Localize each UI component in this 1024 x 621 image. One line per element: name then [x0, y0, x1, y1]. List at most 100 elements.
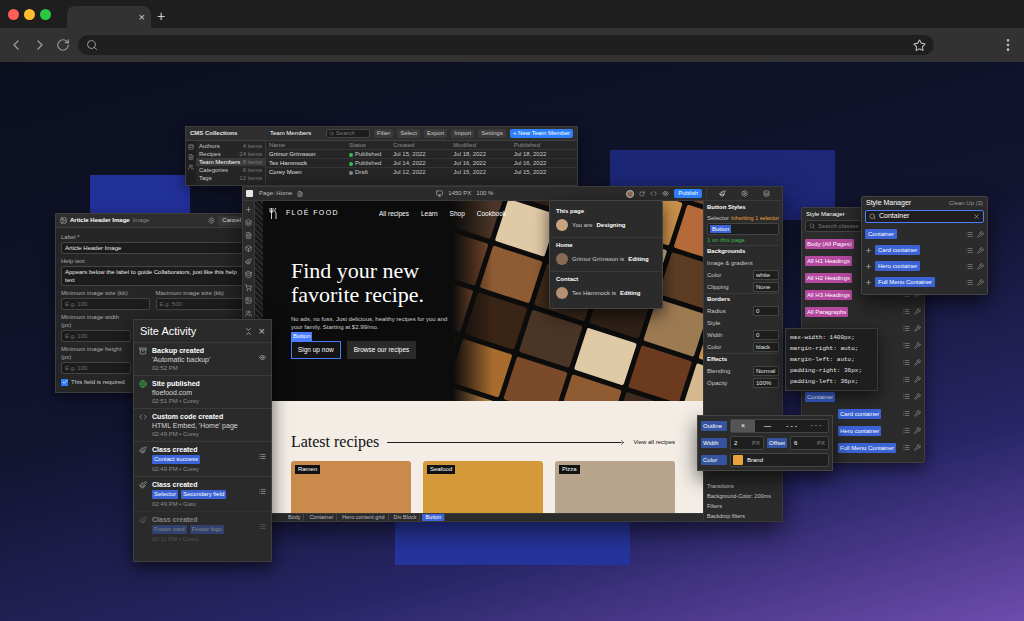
- nav-link[interactable]: Learn: [421, 209, 438, 219]
- list-icon[interactable]: [903, 393, 910, 400]
- page-icon[interactable]: [188, 154, 194, 160]
- browse-button[interactable]: Browse our recipes: [347, 341, 417, 359]
- class-chip[interactable]: Container: [865, 229, 897, 239]
- selector-chip[interactable]: Button: [710, 225, 731, 233]
- assets-icon[interactable]: [245, 297, 252, 304]
- class-tag[interactable]: Contact success: [152, 455, 200, 464]
- brand-logo-icon[interactable]: [269, 208, 278, 219]
- style-row[interactable]: Width0: [707, 329, 779, 341]
- menu-icon[interactable]: [1000, 37, 1016, 53]
- field-input[interactable]: Appears below the label to guide Collabo…: [61, 266, 244, 286]
- style-tab-icon[interactable]: [719, 190, 726, 197]
- class-chip[interactable]: Hero container: [875, 261, 920, 271]
- activity-item[interactable]: Class createdContact success02:49 PM • C…: [134, 441, 271, 476]
- brand-name[interactable]: FLOÉ FOOD: [286, 208, 339, 219]
- class-search[interactable]: Container: [865, 210, 984, 223]
- settings-tab-icon[interactable]: [741, 190, 748, 197]
- nav-link[interactable]: Shop: [450, 209, 465, 219]
- wrench-icon[interactable]: [914, 342, 921, 349]
- table-row[interactable]: Grímur GrímssonPublishedJul 15, 2022Jul …: [266, 149, 577, 158]
- class-chip[interactable]: Card container: [838, 409, 881, 419]
- app-logo-icon[interactable]: [246, 190, 253, 197]
- style-manager-icon[interactable]: [245, 258, 252, 265]
- list-icon[interactable]: [903, 359, 910, 366]
- expand-icon[interactable]: [865, 247, 872, 254]
- class-chip[interactable]: Hero container: [838, 426, 881, 436]
- outline-style-option[interactable]: - - -: [780, 420, 804, 432]
- activity-item[interactable]: Class createdSelectorSecondary field02:4…: [134, 476, 271, 511]
- global-class-chip[interactable]: All Paragraphs: [805, 307, 848, 317]
- class-row[interactable]: All Paragraphs: [802, 303, 924, 320]
- cms-action-button[interactable]: Filter: [374, 129, 393, 138]
- result-row[interactable]: Hero container: [862, 258, 987, 274]
- required-checkbox-row[interactable]: This field is required: [61, 377, 131, 387]
- breadcrumb-item[interactable]: Body: [285, 514, 305, 521]
- class-tag[interactable]: Selector: [152, 490, 178, 499]
- field-input[interactable]: E.g. 100: [61, 298, 150, 310]
- cms-action-button[interactable]: Export: [424, 129, 447, 138]
- wrench-icon[interactable]: [914, 325, 921, 332]
- global-class-chip[interactable]: Body (All Pages): [805, 239, 854, 249]
- offset-input[interactable]: 6PX: [790, 436, 829, 450]
- settings-icon[interactable]: [208, 217, 215, 224]
- list-icon[interactable]: [966, 231, 973, 238]
- class-chip[interactable]: Container: [805, 392, 835, 402]
- style-section-row[interactable]: Transitions: [707, 481, 779, 491]
- list-icon[interactable]: [259, 453, 266, 460]
- cms-icon[interactable]: [245, 271, 252, 278]
- close-dot[interactable]: [8, 9, 19, 20]
- cancel-button[interactable]: Cancel: [218, 216, 245, 226]
- list-icon[interactable]: [966, 263, 973, 270]
- desktop-icon[interactable]: [436, 190, 443, 197]
- width-input[interactable]: 2PX: [730, 436, 764, 450]
- recipe-card[interactable]: Ramen: [291, 461, 411, 513]
- bookmark-icon[interactable]: [913, 39, 926, 52]
- close-button[interactable]: ×: [259, 325, 265, 337]
- users-icon[interactable]: [245, 310, 252, 317]
- outline-style-option[interactable]: ×: [731, 420, 755, 432]
- signup-button[interactable]: Sign up nowButton: [291, 341, 341, 359]
- collection-item[interactable]: Team Members8 items: [196, 158, 265, 166]
- wrench-icon[interactable]: [977, 231, 984, 238]
- section-heading[interactable]: Borders: [707, 293, 779, 305]
- undo-icon[interactable]: [639, 191, 645, 197]
- view-all-link[interactable]: View all recipes: [633, 438, 675, 447]
- style-row[interactable]: ClippingNone: [707, 281, 779, 293]
- breadcrumb-item[interactable]: Button: [422, 514, 445, 521]
- style-value[interactable]: None: [753, 282, 779, 292]
- publish-button[interactable]: Publish: [674, 189, 702, 198]
- wrench-icon[interactable]: [977, 279, 984, 286]
- recipe-card[interactable]: Seafood: [423, 461, 543, 513]
- field-input[interactable]: E.g. 100: [61, 362, 131, 374]
- style-row[interactable]: BlendingNormal: [707, 365, 779, 377]
- breadcrumb-item[interactable]: Hero content grid: [339, 514, 388, 521]
- cms-action-button[interactable]: Select: [397, 129, 420, 138]
- wrench-icon[interactable]: [914, 393, 921, 400]
- pages-icon[interactable]: [245, 232, 252, 239]
- style-row[interactable]: Opacity100%: [707, 377, 779, 389]
- collection-item[interactable]: Authors4 items: [196, 142, 265, 150]
- expand-icon[interactable]: [865, 279, 872, 286]
- wrench-icon[interactable]: [914, 410, 921, 417]
- list-icon[interactable]: [903, 444, 910, 451]
- activity-item[interactable]: Class createdFooter cardFooter logo02:11…: [134, 511, 271, 546]
- color-swatch[interactable]: [733, 455, 743, 465]
- style-value[interactable]: white: [753, 270, 779, 280]
- list-icon[interactable]: [966, 279, 973, 286]
- table-row[interactable]: Tex HammockPublishedJul 14, 2022Jul 16, …: [266, 158, 577, 167]
- style-row[interactable]: Style: [707, 317, 779, 329]
- style-value[interactable]: 0: [753, 306, 779, 316]
- selector-field[interactable]: Button: [707, 223, 779, 235]
- style-row[interactable]: Image & gradient: [707, 257, 779, 269]
- class-chip[interactable]: Full Menu Container: [875, 277, 935, 287]
- preview-icon[interactable]: [259, 354, 266, 361]
- back-icon[interactable]: [8, 37, 24, 53]
- style-value[interactable]: 100%: [753, 378, 779, 388]
- wrench-icon[interactable]: [914, 308, 921, 315]
- style-row[interactable]: Radius0: [707, 305, 779, 317]
- page-settings-icon[interactable]: [297, 191, 303, 197]
- presence-user[interactable]: You areDesigning: [556, 216, 656, 234]
- class-tag[interactable]: Footer logo: [190, 525, 224, 534]
- table-row[interactable]: Corey MoenDraftJul 12, 2022Jul 15, 2022J…: [266, 167, 577, 176]
- style-value[interactable]: 0: [753, 330, 779, 340]
